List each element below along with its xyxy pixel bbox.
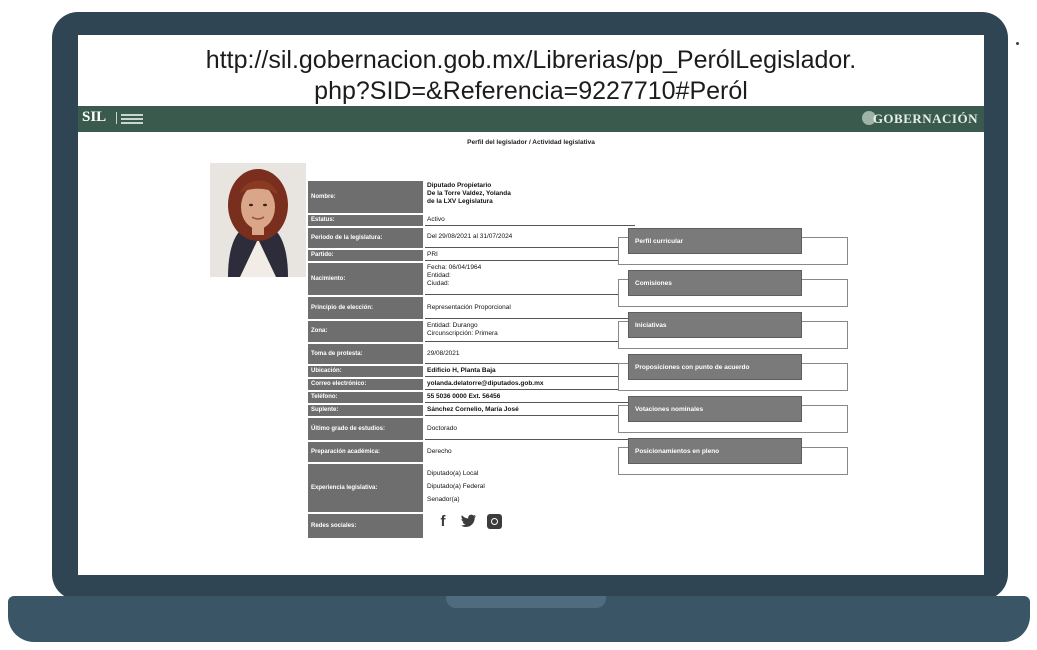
nav-proposiciones[interactable]: Proposiciones con punto de acuerdo [628, 354, 802, 380]
label-zona: Zona: [308, 321, 423, 342]
value-ubicacion: Edificio H, Planta Baja [425, 366, 635, 377]
label-correo: Correo electrónico: [308, 379, 423, 390]
label-experiencia: Experiencia legislativa: [308, 464, 423, 512]
label-telefono: Teléfono: [308, 392, 423, 403]
site-header: SIL GOBERNACIÓN [78, 106, 984, 132]
value-nombre: Diputado Propietario De la Torre Valdez,… [427, 182, 511, 205]
label-estatus: Estatus: [308, 215, 423, 226]
legislator-photo [210, 163, 306, 277]
url-line-1: http://sil.gobernacion.gob.mx/Librerias/… [205, 46, 857, 74]
value-nacimiento: Fecha: 06/04/1964 Entidad: Ciudad: [425, 263, 635, 295]
value-principio: Representación Proporcional [425, 297, 635, 319]
value-zona: Entidad: Durango Circunscripción: Primer… [425, 321, 635, 342]
value-suplente: Sánchez Cornelio, María José [425, 405, 635, 416]
gobernacion-brand[interactable]: GOBERNACIÓN [873, 111, 978, 127]
page-title: Perfil del legislador / Actividad legisl… [467, 139, 595, 146]
laptop-notch [446, 596, 606, 608]
value-periodo: Del 29/08/2021 al 31/07/2024 [425, 228, 635, 248]
nav-iniciativas[interactable]: Iniciativas [628, 312, 802, 338]
label-partido: Partido: [308, 250, 423, 261]
social-links: f [435, 513, 502, 530]
url-caption: http://sil.gobernacion.gob.mx/Librerias/… [78, 45, 984, 107]
laptop-screen: http://sil.gobernacion.gob.mx/Librerias/… [78, 35, 984, 575]
label-nacimiento: Nacimiento: [308, 263, 423, 295]
sil-logo[interactable]: SIL [82, 109, 106, 126]
label-nombre: Nombre: [308, 181, 423, 213]
value-partido: PRI [425, 250, 635, 261]
nav-posicionamientos[interactable]: Posicionamientos en pleno [628, 438, 802, 464]
camera-dot [1016, 42, 1019, 45]
twitter-icon[interactable] [461, 513, 477, 529]
label-suplente: Suplente: [308, 405, 423, 416]
label-periodo: Periodo de la legislatura: [308, 228, 423, 248]
instagram-icon[interactable] [487, 513, 502, 529]
value-correo[interactable]: yolanda.delatorre@diputados.gob.mx [425, 379, 635, 390]
label-redes: Redes sociales: [308, 514, 423, 538]
nav-perfil-curricular[interactable]: Perfil curricular [628, 228, 802, 254]
sil-logo-subtext-icon [116, 112, 146, 124]
label-ultimo-grado: Último grado de estudios: [308, 418, 423, 440]
label-preparacion: Preparación académica: [308, 442, 423, 462]
label-toma-protesta: Toma de protesta: [308, 344, 423, 364]
value-preparacion: Derecho [427, 448, 452, 455]
value-estatus: Activo [425, 215, 635, 226]
url-line-2: php?SID=&Referencia=9227710#Peról [314, 77, 748, 105]
value-telefono: 55 5036 0000 Ext. 56456 [425, 392, 635, 403]
laptop-illustration: http://sil.gobernacion.gob.mx/Librerias/… [0, 0, 1037, 650]
nav-comisiones[interactable]: Comisiones [628, 270, 802, 296]
label-ubicacion: Ubicación: [308, 366, 423, 377]
laptop-base [8, 596, 1030, 642]
value-toma-protesta: 29/08/2021 [425, 344, 635, 364]
label-principio: Principio de elección: [308, 297, 423, 319]
facebook-icon[interactable]: f [435, 513, 451, 530]
value-ultimo-grado: Doctorado [425, 418, 635, 440]
value-experiencia: Diputado(a) Local Diputado(a) Federal Se… [427, 470, 485, 503]
nav-votaciones[interactable]: Votaciones nominales [628, 396, 802, 422]
